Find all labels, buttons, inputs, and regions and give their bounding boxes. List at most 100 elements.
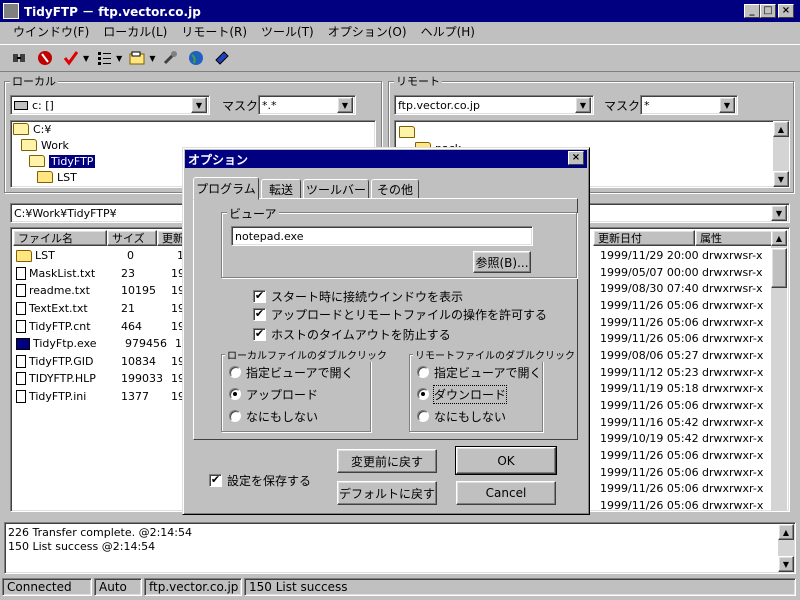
list-view-icon[interactable] — [93, 47, 115, 69]
scroll-down-icon[interactable]: ▼ — [778, 556, 794, 572]
tab-other[interactable]: その他 — [371, 179, 419, 199]
check-save-settings[interactable]: ✔ 設定を保存する — [209, 472, 311, 488]
tab-program[interactable]: プログラム — [193, 177, 259, 200]
table-row[interactable]: 1999/11/26 05:06 drwxrwxr-x — [597, 447, 775, 464]
remote-date: 1999/11/29 20:00 — [600, 248, 699, 262]
tree-row-root[interactable] — [397, 124, 415, 140]
browse-button[interactable]: 参照(B)... — [473, 251, 531, 273]
tools-icon[interactable] — [159, 47, 181, 69]
dialog-close-button[interactable]: × — [568, 151, 584, 165]
check-prevent-timeout[interactable]: ✔ ホストのタイムアウトを防止する — [253, 326, 451, 342]
remote-download[interactable]: ダウンロード — [417, 384, 508, 404]
default-button[interactable]: デフォルトに戻す — [337, 481, 437, 505]
connect-icon[interactable] — [8, 47, 30, 69]
document-icon — [16, 354, 26, 368]
chevron-down-icon[interactable]: ▼ — [191, 97, 207, 113]
table-row[interactable]: 1999/11/16 05:42 drwxrwxr-x — [597, 414, 775, 431]
remote-mask-select[interactable]: * ▼ — [640, 95, 738, 115]
table-row[interactable]: 1999/11/26 05:06 drwxrwxr-x — [597, 397, 775, 414]
local-upload[interactable]: アップロード — [229, 386, 318, 402]
radio[interactable] — [229, 366, 241, 378]
checkbox[interactable]: ✔ — [253, 289, 266, 303]
close-button[interactable]: × — [778, 4, 794, 18]
check-icon[interactable] — [60, 47, 82, 69]
menu-local[interactable]: ローカル(L) — [96, 23, 174, 40]
scroll-thumb[interactable] — [771, 248, 787, 288]
revert-button[interactable]: 変更前に戻す — [337, 449, 437, 473]
local-mask-select[interactable]: *.* ▼ — [258, 95, 356, 115]
chevron-down-icon[interactable]: ▼ — [719, 97, 735, 113]
disconnect-icon[interactable] — [34, 47, 56, 69]
check-dropdown-icon[interactable]: ▼ — [83, 54, 89, 63]
checkbox[interactable]: ✔ — [209, 473, 222, 487]
table-row[interactable]: 1999/11/12 05:23 drwxrwxr-x — [597, 364, 775, 381]
remote-tree-scrollbar[interactable]: ▲ ▼ — [773, 121, 789, 187]
menu-window[interactable]: ウインドウ(F) — [6, 23, 96, 40]
help-book-icon[interactable] — [211, 47, 233, 69]
scroll-up-icon[interactable]: ▲ — [773, 121, 789, 137]
log-scrollbar[interactable]: ▲ ▼ — [778, 524, 794, 572]
menu-help[interactable]: ヘルプ(H) — [414, 23, 482, 40]
menu-options[interactable]: オプション(O) — [321, 23, 414, 40]
radio[interactable] — [229, 410, 241, 422]
tab-toolbar[interactable]: ツールバー — [303, 179, 369, 199]
radio[interactable] — [417, 366, 429, 378]
chevron-down-icon[interactable]: ▼ — [771, 205, 787, 221]
table-row[interactable]: 1999/11/26 05:06 drwxrwxr-x — [597, 330, 775, 347]
remote-open-viewer[interactable]: 指定ビューアで開く — [417, 364, 542, 380]
remote-host-select[interactable]: ftp.vector.co.jp ▼ — [394, 95, 594, 115]
minimize-button[interactable]: _ — [744, 4, 760, 18]
menu-remote[interactable]: リモート(R) — [174, 23, 254, 40]
folder-view-icon[interactable] — [126, 47, 148, 69]
viewer-input[interactable]: notepad.exe — [231, 226, 533, 246]
tree-row[interactable]: C:¥ — [11, 121, 375, 137]
col-modified[interactable]: 更新日付 — [593, 230, 695, 246]
table-row[interactable]: 1999/11/26 05:06 drwxrwxr-x — [597, 464, 775, 481]
checkbox[interactable]: ✔ — [253, 327, 266, 341]
local-open-viewer[interactable]: 指定ビューアで開く — [229, 364, 354, 380]
document-icon — [16, 390, 26, 404]
menu-tools[interactable]: ツール(T) — [254, 23, 321, 40]
table-row[interactable]: 1999/10/19 05:42 drwxrwxr-x — [597, 431, 775, 448]
col-attributes[interactable]: 属性 — [695, 230, 773, 246]
table-row[interactable]: 1999/08/30 07:40 drwxrwsr-x — [597, 280, 775, 297]
col-size[interactable]: サイズ — [107, 230, 157, 246]
tab-transfer[interactable]: 転送 — [261, 179, 301, 199]
table-row[interactable]: 1999/11/26 05:06 drwxrwxr-x — [597, 297, 775, 314]
table-row[interactable]: 1999/05/07 00:00 drwxrwsr-x — [597, 264, 775, 281]
table-row[interactable]: 1999/11/26 05:06 drwxrwxr-x — [597, 497, 775, 511]
scroll-down-icon[interactable]: ▼ — [773, 171, 789, 187]
local-do-nothing[interactable]: なにもしない — [229, 408, 318, 424]
scroll-up-icon[interactable]: ▲ — [778, 524, 794, 540]
file-size: 1377 — [121, 390, 149, 404]
maximize-button[interactable]: □ — [760, 4, 776, 18]
radio[interactable] — [229, 388, 241, 400]
radio[interactable] — [417, 388, 429, 400]
check-show-connect[interactable]: ✔ スタート時に接続ウインドウを表示 — [253, 288, 463, 304]
remote-list-scrollbar[interactable]: ▲ — [771, 230, 787, 511]
table-row[interactable]: 1999/11/26 05:06 drwxrwxr-x — [597, 314, 775, 331]
drive-select[interactable]: c: [] ▼ — [10, 95, 210, 115]
globe-icon[interactable] — [185, 47, 207, 69]
scroll-up-icon[interactable]: ▲ — [771, 230, 787, 246]
chevron-down-icon[interactable]: ▼ — [337, 97, 353, 113]
remote-date: 1999/11/26 05:06 — [600, 298, 699, 312]
chevron-down-icon[interactable]: ▼ — [575, 97, 591, 113]
folder-dropdown-icon[interactable]: ▼ — [149, 54, 155, 63]
status-message: 150 List success — [244, 578, 796, 596]
drive-icon — [14, 100, 28, 110]
cancel-button[interactable]: Cancel — [456, 481, 556, 505]
radio[interactable] — [417, 410, 429, 422]
checkbox[interactable]: ✔ — [253, 307, 266, 321]
table-row[interactable]: 1999/11/29 20:00 drwxrwsr-x — [597, 247, 775, 264]
table-row[interactable]: 1999/11/19 05:18 drwxrwxr-x — [597, 381, 775, 398]
check-allow-upload[interactable]: ✔ アップロードとリモートファイルの操作を許可する — [253, 306, 547, 322]
viewer-group-label: ビューア — [227, 205, 279, 222]
ok-button[interactable]: OK — [455, 446, 557, 475]
col-filename[interactable]: ファイル名 — [13, 230, 107, 246]
table-row[interactable]: 1999/11/26 05:06 drwxrwxr-x — [597, 481, 775, 498]
menu-bar: ウインドウ(F) ローカル(L) リモート(R) ツール(T) オプション(O)… — [0, 22, 800, 41]
table-row[interactable]: 1999/08/06 05:27 drwxrwxr-x — [597, 347, 775, 364]
list-dropdown-icon[interactable]: ▼ — [116, 54, 122, 63]
remote-do-nothing[interactable]: なにもしない — [417, 408, 506, 424]
